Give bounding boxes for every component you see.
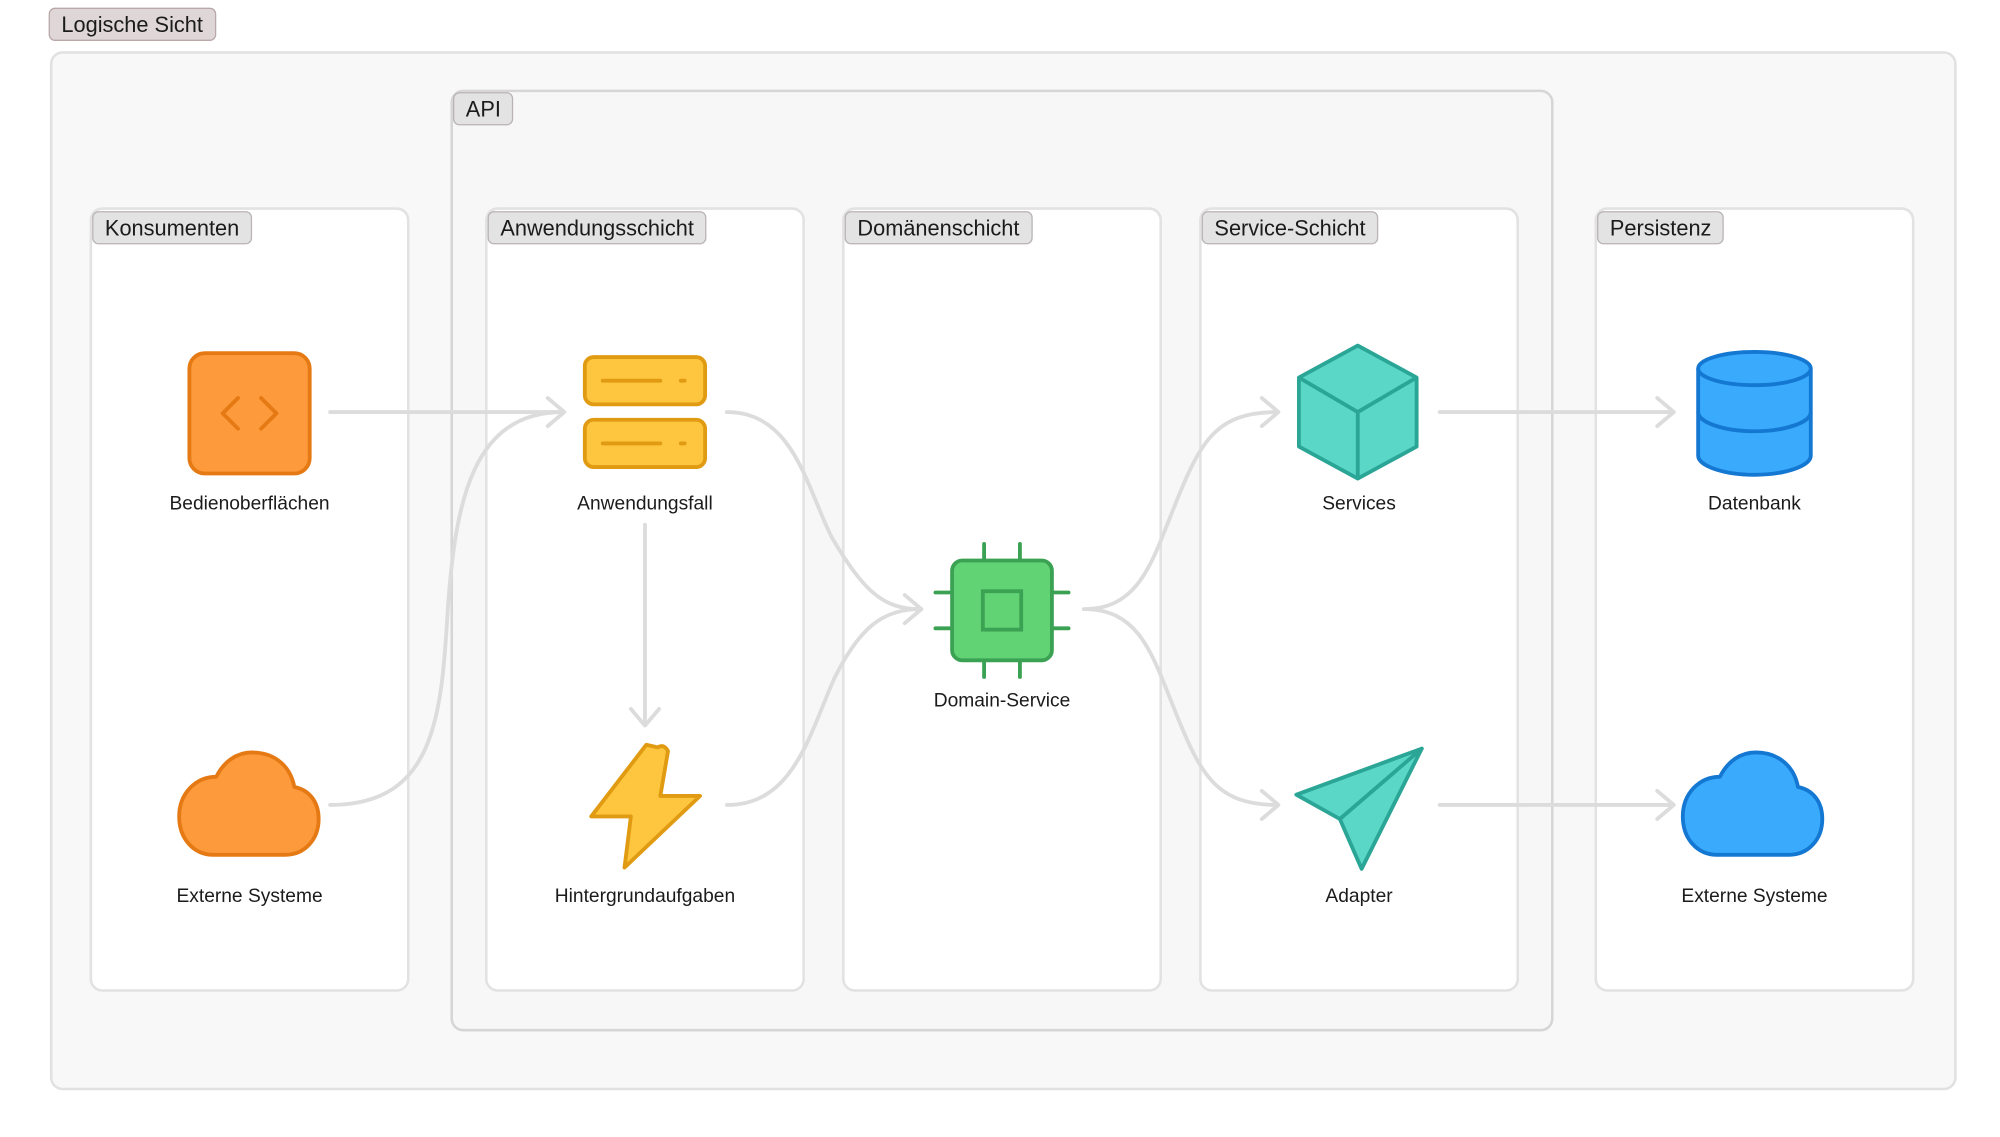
domain-service-label: Domain-Service — [933, 689, 1071, 712]
logical-view-diagram: Logische Sicht API Konsumenten Anwendung… — [0, 0, 2000, 1136]
hintergrundaufgaben-label: Hintergrundaufgaben — [554, 885, 736, 908]
bedienoberflaechen-label: Bedienoberflächen — [169, 492, 330, 515]
externe-systeme-persistence-label: Externe Systeme — [1681, 885, 1828, 908]
arrow-externe-systeme-anwendungsfall — [328, 410, 565, 807]
services-label: Services — [1322, 492, 1396, 515]
database-icon — [1696, 349, 1813, 477]
anwendungsfall-label: Anwendungsfall — [577, 492, 713, 515]
cloud-icon — [177, 750, 321, 857]
externe-systeme-consumer-label: Externe Systeme — [176, 885, 323, 908]
code-window-icon — [187, 351, 312, 476]
lightning-icon — [589, 742, 702, 870]
adapter-label: Adapter — [1325, 885, 1393, 908]
datenbank-label: Datenbank — [1708, 492, 1801, 515]
paper-plane-icon — [1294, 746, 1424, 871]
chip-icon — [933, 541, 1071, 679]
server-icon — [582, 355, 708, 470]
cloud-icon — [1680, 750, 1825, 857]
cube-icon — [1296, 343, 1419, 481]
